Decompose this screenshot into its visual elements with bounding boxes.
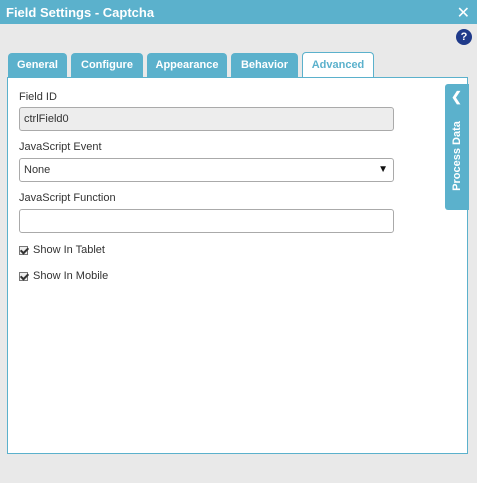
window-title: Field Settings - Captcha	[6, 5, 155, 20]
help-icon[interactable]: ?	[456, 29, 472, 45]
javascript-function-label: JavaScript Function	[19, 192, 116, 204]
tab-advanced[interactable]: Advanced	[302, 52, 374, 79]
tab-appearance[interactable]: Appearance	[147, 53, 227, 78]
show-in-tablet-checkbox[interactable]	[19, 246, 28, 255]
javascript-function-input[interactable]	[19, 209, 394, 233]
javascript-event-value: None	[24, 164, 51, 176]
advanced-panel: Field ID ctrlField0 JavaScript Event Non…	[7, 77, 468, 454]
tab-behavior[interactable]: Behavior	[231, 53, 298, 78]
show-in-mobile-label: Show In Mobile	[33, 270, 109, 282]
field-id-label: Field ID	[19, 91, 57, 103]
javascript-event-label: JavaScript Event	[19, 141, 102, 153]
show-in-mobile-checkbox[interactable]	[19, 272, 28, 281]
chevron-left-icon[interactable]: ❮	[451, 89, 462, 105]
title-bar: Field Settings - Captcha ✕	[0, 0, 477, 24]
tab-general[interactable]: General	[8, 53, 67, 78]
close-icon[interactable]: ✕	[457, 3, 470, 23]
show-in-tablet-label: Show In Tablet	[33, 244, 105, 256]
javascript-event-select[interactable]: None ▼	[19, 158, 394, 182]
dropdown-arrow-icon: ▼	[378, 164, 388, 175]
field-id-input[interactable]: ctrlField0	[19, 107, 394, 131]
tab-configure[interactable]: Configure	[71, 53, 143, 78]
process-data-label: Process Data	[451, 121, 463, 191]
process-data-tab[interactable]: ❮ Process Data	[445, 84, 469, 210]
